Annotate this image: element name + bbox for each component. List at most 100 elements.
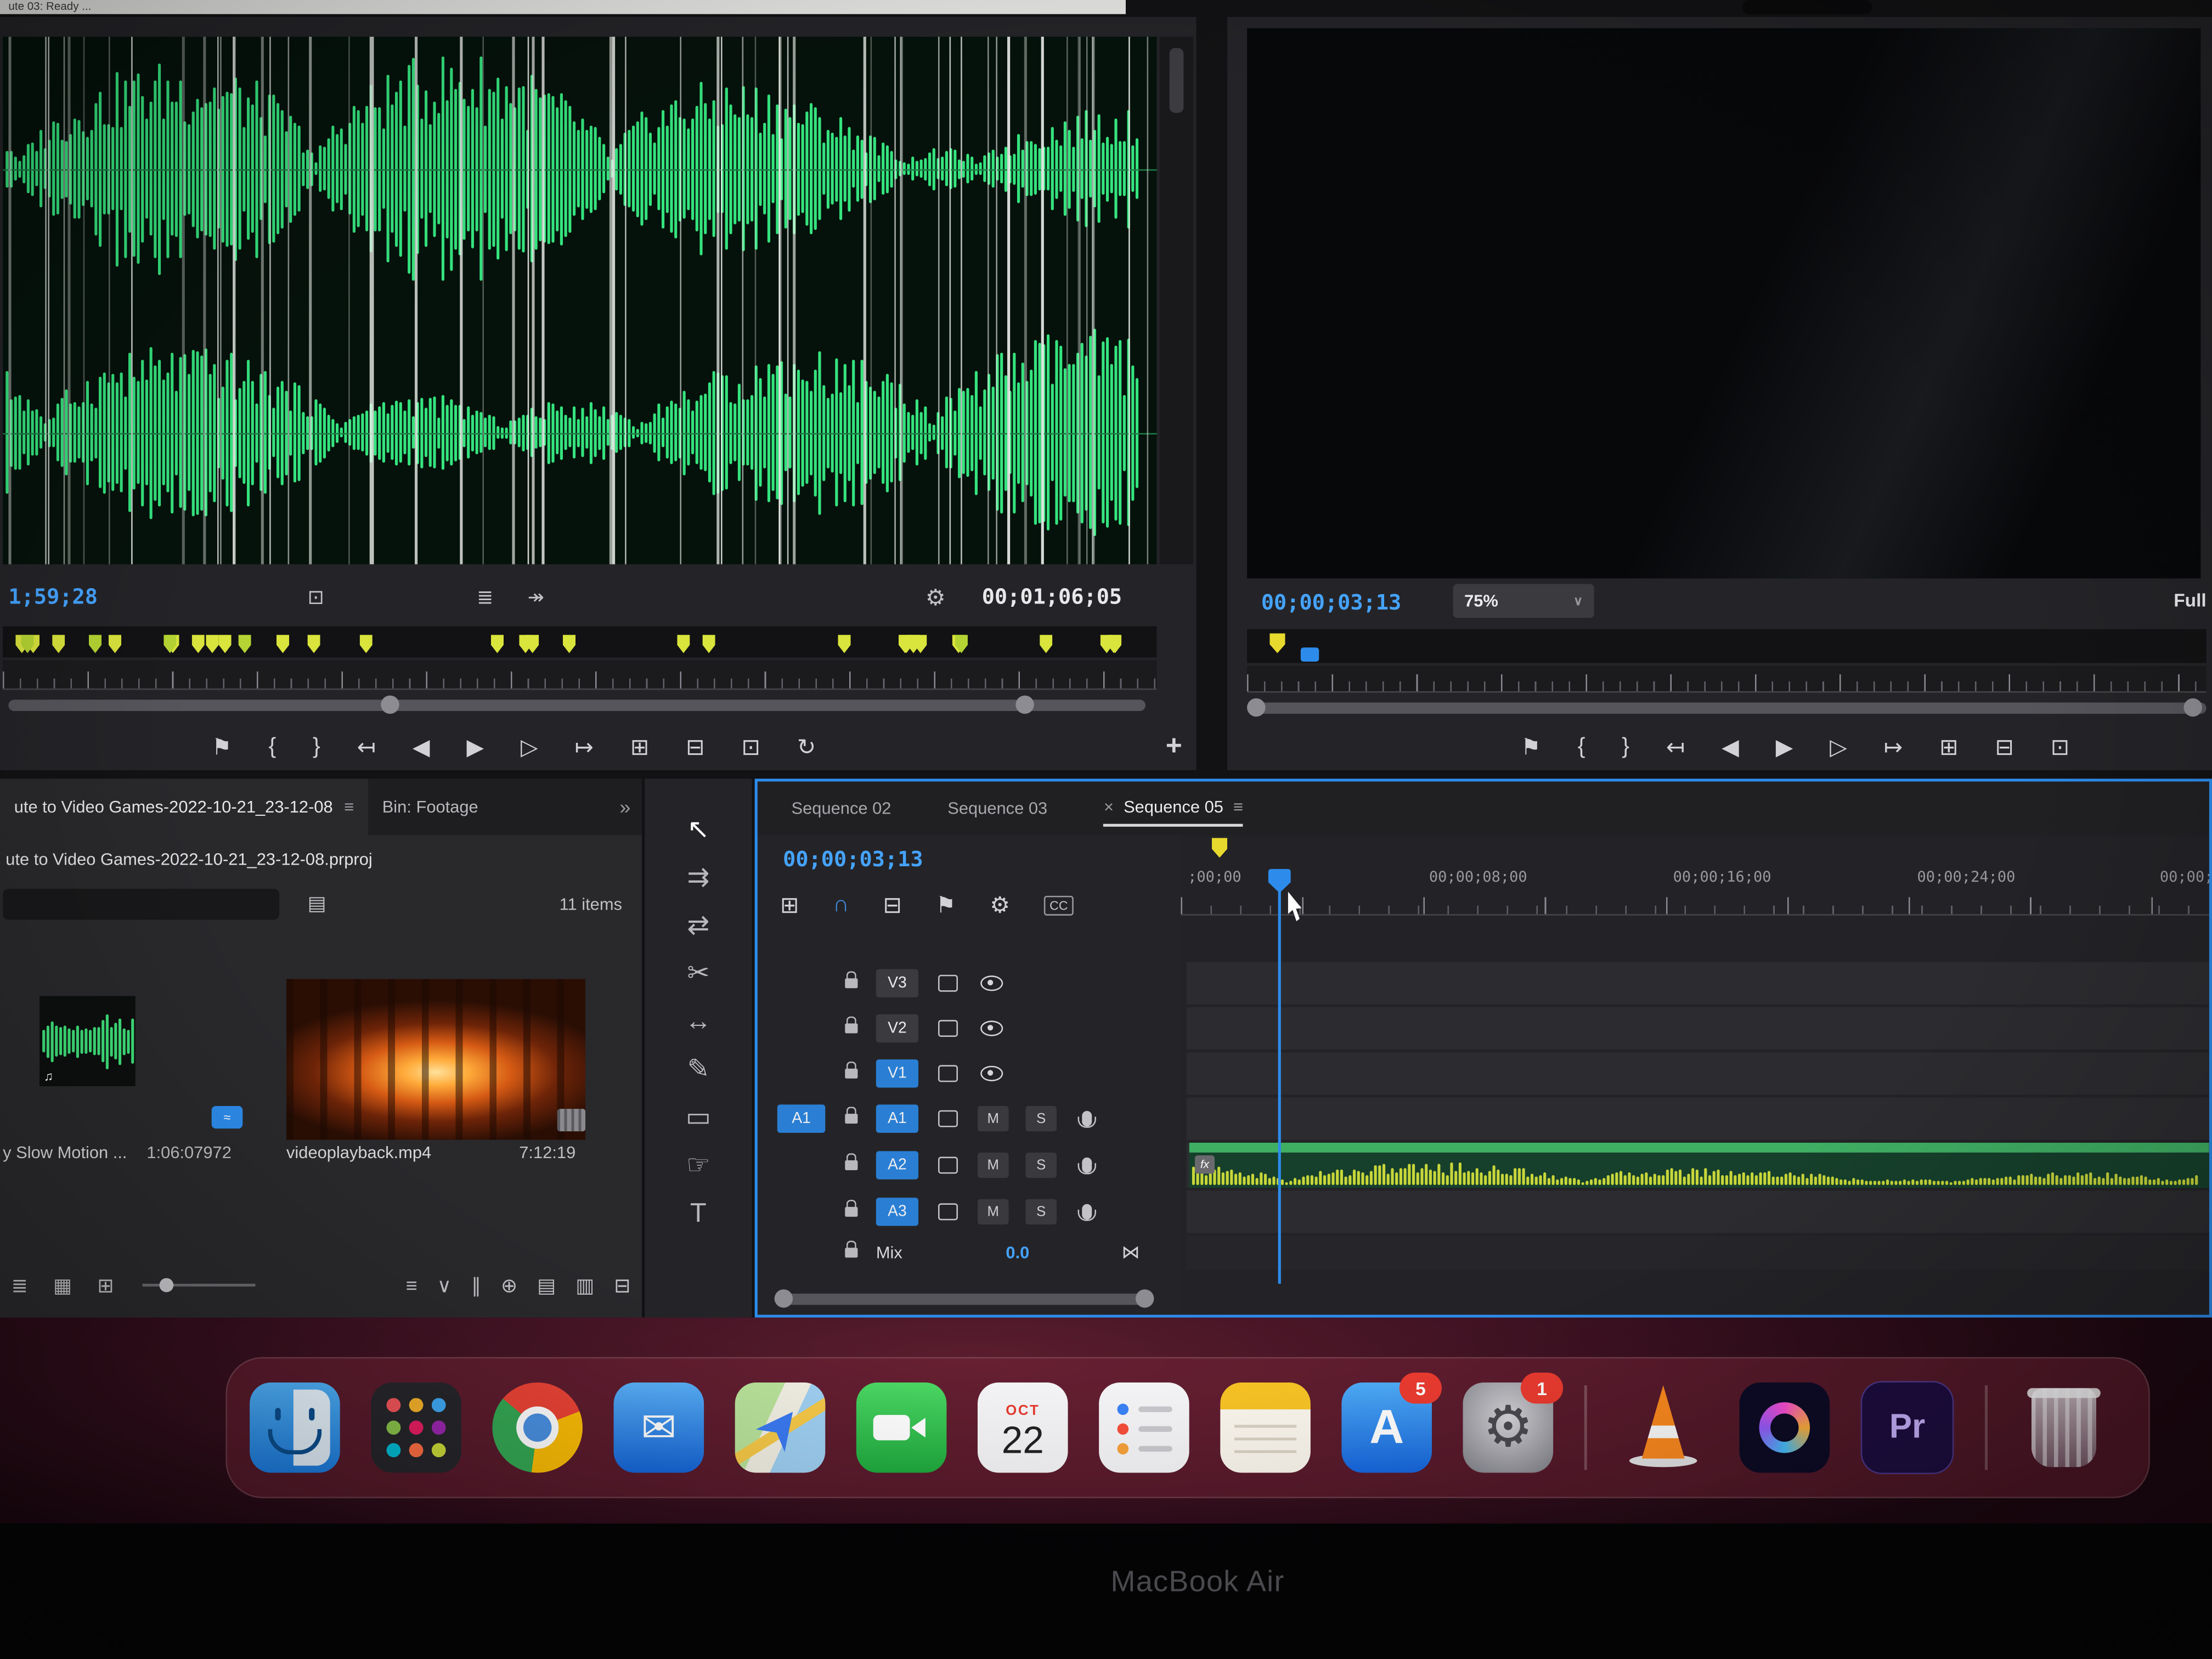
- loop-icon[interactable]: ↻: [797, 733, 816, 761]
- track-content-a3[interactable]: [1187, 1190, 2209, 1233]
- source-waveform-display[interactable]: [3, 37, 1156, 565]
- sort-caret-icon[interactable]: ∨: [437, 1273, 452, 1297]
- solo-button[interactable]: S: [1025, 1106, 1057, 1131]
- new-folder-icon[interactable]: ▤: [537, 1273, 556, 1297]
- audio-clip-on-timeline[interactable]: fx: [1189, 1143, 2209, 1188]
- program-marker-lane[interactable]: [1247, 629, 2207, 663]
- track-header-v2[interactable]: V2: [758, 1007, 1181, 1049]
- zoom-handle-left[interactable]: [1247, 698, 1265, 716]
- type-tool[interactable]: T: [690, 1199, 707, 1231]
- mute-button[interactable]: M: [978, 1153, 1009, 1178]
- settings-wrench-icon[interactable]: ⚙: [926, 584, 946, 612]
- timeline-track-area[interactable]: ;00;00 00;00;08;00 00;00;16;00 00;00;24;…: [1181, 835, 2209, 1314]
- clip-name[interactable]: videoplayback.mp4: [286, 1143, 431, 1163]
- creative-cloud-icon[interactable]: [1740, 1383, 1830, 1473]
- ripple-edit-tool[interactable]: ⇄: [687, 911, 709, 943]
- app-store-icon[interactable]: A 5: [1341, 1383, 1432, 1473]
- lock-icon[interactable]: [845, 1069, 857, 1079]
- tab-sequence-03[interactable]: Sequence 03: [947, 798, 1047, 818]
- zoom-handle-left[interactable]: [381, 696, 399, 714]
- mark-out-icon[interactable]: }: [1622, 735, 1629, 760]
- launchpad-icon[interactable]: [371, 1383, 461, 1473]
- zoom-handle-left[interactable]: [775, 1289, 793, 1307]
- mute-button[interactable]: M: [978, 1106, 1009, 1131]
- lock-icon[interactable]: [845, 1248, 857, 1257]
- trash-icon[interactable]: [2019, 1383, 2109, 1473]
- tab-sequence-02[interactable]: Sequence 02: [792, 798, 891, 818]
- voiceover-record-icon[interactable]: [1082, 1204, 1092, 1220]
- mark-in-icon[interactable]: {: [268, 735, 276, 760]
- button-editor-add-icon[interactable]: +: [1166, 731, 1182, 763]
- toggle-output-icon[interactable]: [980, 1066, 1003, 1081]
- thumbnail-size-slider[interactable]: [142, 1284, 255, 1286]
- freeform-view-icon[interactable]: ⊞: [97, 1273, 114, 1297]
- media-browser-icon[interactable]: ▤: [308, 891, 326, 916]
- lock-icon[interactable]: [845, 1207, 857, 1217]
- sequence-marker[interactable]: [1212, 838, 1227, 857]
- mix-gain-value[interactable]: 0.0: [1006, 1243, 1029, 1262]
- track-tile-a2[interactable]: A2: [876, 1151, 918, 1179]
- zoom-handle-right[interactable]: [1136, 1289, 1154, 1307]
- new-bin-icon[interactable]: ▥: [575, 1273, 594, 1297]
- track-content-a1[interactable]: [1187, 1098, 2209, 1140]
- delete-icon[interactable]: ⊟: [614, 1273, 630, 1297]
- filmstrip-hover-icon[interactable]: ∥: [471, 1273, 481, 1297]
- slip-tool[interactable]: ↔: [685, 1007, 712, 1039]
- tab-sequence-05[interactable]: × Sequence 05 ≡: [1104, 797, 1243, 827]
- track-header-a1[interactable]: A1 A1 M S: [758, 1098, 1181, 1140]
- track-tile-v2[interactable]: V2: [876, 1014, 918, 1042]
- sync-lock-icon[interactable]: [938, 1110, 958, 1127]
- track-tile-a3[interactable]: A3: [876, 1198, 918, 1226]
- snap-icon[interactable]: ∩: [833, 893, 849, 918]
- export-frame-icon[interactable]: ⊡: [742, 733, 760, 761]
- step-back-icon[interactable]: ◀: [1722, 733, 1739, 761]
- track-header-mix[interactable]: Mix 0.0 ⋈: [758, 1236, 1181, 1270]
- voiceover-record-icon[interactable]: [1082, 1111, 1092, 1126]
- solo-button[interactable]: S: [1025, 1153, 1057, 1178]
- resolution-select[interactable]: Full: [2174, 590, 2206, 611]
- track-tile-a1[interactable]: A1: [876, 1104, 918, 1132]
- overwrite-icon[interactable]: ⊟: [686, 733, 704, 761]
- source-zoom-scrollbar[interactable]: [3, 694, 1154, 716]
- pen-tool[interactable]: ✎: [687, 1055, 709, 1086]
- chrome-icon[interactable]: [492, 1383, 583, 1473]
- panel-menu-icon[interactable]: ≡: [344, 797, 354, 817]
- timeline-zoom-scrollbar[interactable]: [775, 1289, 1153, 1309]
- source-marker-lane[interactable]: [3, 627, 1156, 658]
- razor-tool[interactable]: ✂: [687, 960, 709, 991]
- playhead-line[interactable]: [1278, 891, 1281, 1284]
- reminders-icon[interactable]: [1099, 1383, 1189, 1473]
- toggle-output-icon[interactable]: [980, 975, 1003, 991]
- track-content-v3[interactable]: [1187, 962, 2209, 1005]
- go-to-in-icon[interactable]: ↤: [1666, 733, 1685, 761]
- fader-icon[interactable]: ⋈: [1121, 1242, 1139, 1264]
- solo-button[interactable]: S: [1025, 1199, 1057, 1224]
- insert-icon[interactable]: ⊞: [630, 733, 649, 761]
- hand-tool[interactable]: ☞: [686, 1151, 710, 1182]
- tab-overflow-icon[interactable]: »: [619, 795, 630, 818]
- lift-icon[interactable]: ⊞: [1939, 733, 1958, 761]
- lock-icon[interactable]: [845, 1024, 857, 1034]
- video-clip-thumbnail[interactable]: [286, 979, 585, 1140]
- step-forward-icon[interactable]: ▷: [521, 733, 538, 761]
- tab-bin-footage[interactable]: Bin: Footage: [382, 797, 478, 817]
- sync-lock-icon[interactable]: [938, 1065, 958, 1082]
- safe-margins-icon[interactable]: ⊡: [308, 585, 324, 610]
- program-playhead-handle[interactable]: [1301, 647, 1319, 662]
- go-to-out-icon[interactable]: ↦: [575, 733, 594, 761]
- list-view-icon[interactable]: ≣: [12, 1273, 28, 1297]
- sync-lock-icon[interactable]: [938, 1157, 958, 1174]
- track-tile-v1[interactable]: V1: [876, 1059, 918, 1087]
- markers-nav-icon[interactable]: ↠: [528, 585, 544, 610]
- add-marker-icon[interactable]: ⚑: [936, 891, 956, 919]
- toggle-output-icon[interactable]: [980, 1020, 1003, 1036]
- captions-icon[interactable]: CC: [1044, 896, 1074, 916]
- source-vertical-scrollbar[interactable]: [1160, 37, 1194, 565]
- project-search-input[interactable]: [3, 889, 279, 920]
- track-content-v2[interactable]: [1187, 1007, 2209, 1049]
- audio-clip-thumbnail[interactable]: ♫: [40, 996, 136, 1086]
- sync-lock-icon[interactable]: [938, 1203, 958, 1220]
- timeline-settings-icon[interactable]: ⚙: [990, 891, 1010, 919]
- sort-icon[interactable]: ≡: [406, 1274, 417, 1296]
- clip-name[interactable]: y Slow Motion ...: [3, 1143, 127, 1163]
